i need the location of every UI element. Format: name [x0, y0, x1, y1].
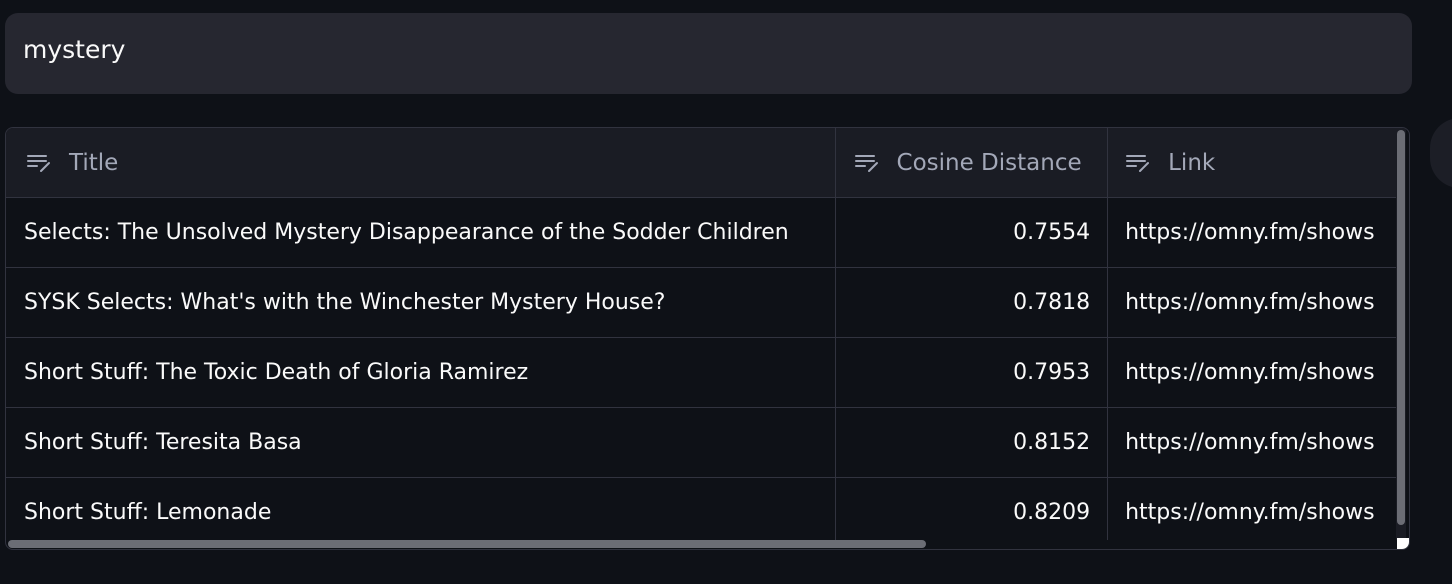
edit-text-icon — [1126, 154, 1150, 172]
table-row[interactable]: SYSK Selects: What's with the Winchester… — [6, 268, 1399, 338]
column-header-link[interactable]: Link — [1108, 128, 1399, 197]
column-header-label: Link — [1168, 149, 1216, 176]
cell-cosine-distance[interactable]: 0.7953 — [836, 338, 1109, 407]
cell-cosine-distance[interactable]: 0.7818 — [836, 268, 1109, 337]
column-header-cosine-distance[interactable]: Cosine Distance — [836, 128, 1109, 197]
scrollbar-corner — [1397, 538, 1409, 549]
cell-cosine-distance[interactable]: 0.7554 — [836, 198, 1109, 267]
cell-title[interactable]: Short Stuff: The Toxic Death of Gloria R… — [6, 338, 836, 407]
table-row[interactable]: Selects: The Unsolved Mystery Disappeara… — [6, 198, 1399, 268]
column-header-label: Title — [69, 149, 119, 176]
cell-cosine-distance[interactable]: 0.8152 — [836, 408, 1109, 477]
cell-title[interactable]: SYSK Selects: What's with the Winchester… — [6, 268, 836, 337]
table-header-row: Title Cosine Distance Link — [6, 128, 1399, 198]
table-row[interactable]: Short Stuff: Lemonade 0.8209 https://omn… — [6, 478, 1399, 540]
cell-link[interactable]: https://omny.fm/shows — [1108, 478, 1399, 540]
horizontal-scrollbar[interactable] — [6, 539, 1399, 549]
cell-title[interactable]: Short Stuff: Teresita Basa — [6, 408, 836, 477]
horizontal-scrollbar-thumb[interactable] — [8, 540, 926, 548]
vertical-scrollbar-thumb[interactable] — [1397, 130, 1405, 525]
table-grid: Title Cosine Distance Link Selects: The … — [6, 128, 1399, 540]
column-header-label: Cosine Distance — [896, 149, 1082, 176]
table-row[interactable]: Short Stuff: The Toxic Death of Gloria R… — [6, 338, 1399, 408]
cell-link[interactable]: https://omny.fm/shows — [1108, 198, 1399, 267]
vertical-scrollbar[interactable] — [1396, 128, 1406, 540]
cell-cosine-distance[interactable]: 0.8209 — [836, 478, 1109, 540]
cell-title[interactable]: Short Stuff: Lemonade — [6, 478, 836, 540]
cell-link[interactable]: https://omny.fm/shows — [1108, 268, 1399, 337]
cell-title[interactable]: Selects: The Unsolved Mystery Disappeara… — [6, 198, 836, 267]
edit-text-icon — [854, 154, 878, 172]
column-header-title[interactable]: Title — [6, 128, 836, 197]
cell-link[interactable]: https://omny.fm/shows — [1108, 338, 1399, 407]
results-table: Title Cosine Distance Link Selects: The … — [5, 127, 1410, 550]
table-row[interactable]: Short Stuff: Teresita Basa 0.8152 https:… — [6, 408, 1399, 478]
search-box[interactable] — [5, 13, 1412, 94]
edit-text-icon — [27, 154, 50, 172]
search-input[interactable] — [23, 35, 1412, 64]
cell-link[interactable]: https://omny.fm/shows — [1108, 408, 1399, 477]
side-toolbar-button[interactable] — [1430, 118, 1452, 188]
